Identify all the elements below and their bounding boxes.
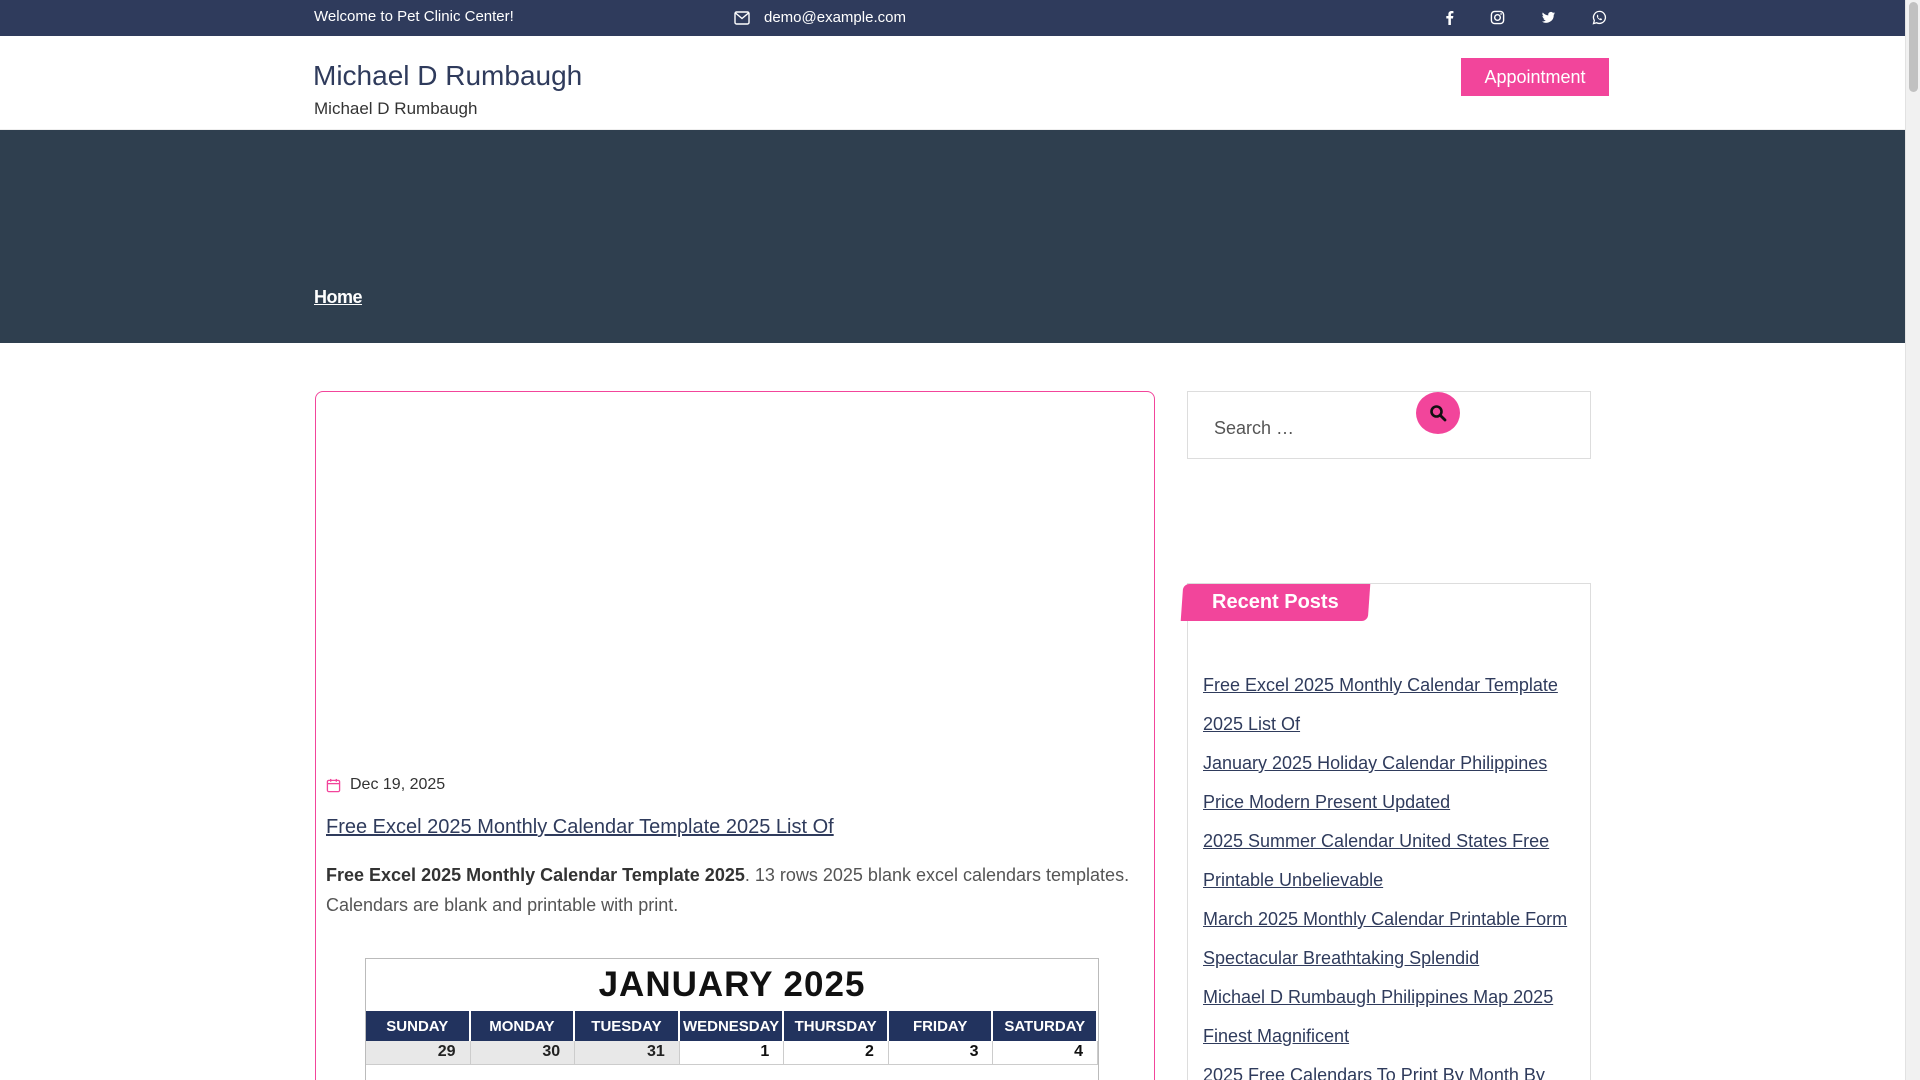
scrollbar-thumb[interactable] (1909, 2, 1918, 92)
day-header: TUESDAY (575, 1011, 680, 1041)
post-date-text: Dec 19, 2025 (350, 776, 446, 793)
post-title-link[interactable]: Free Excel 2025 Monthly Calendar Templat… (326, 816, 834, 839)
post-date: Dec 19, 2025 (326, 776, 445, 794)
day-cell: 31 (575, 1041, 680, 1065)
calendar-image-title: JANUARY 2025 (598, 965, 866, 1004)
day-header: FRIDAY (888, 1011, 994, 1041)
search-button[interactable] (1416, 392, 1460, 434)
list-item: 2025 Summer Calendar United States Free … (1203, 822, 1583, 900)
list-item: 2025 Free Calendars To Print By Month By (1203, 1056, 1583, 1080)
list-item: Free Excel 2025 Monthly Calendar Templat… (1203, 666, 1583, 744)
whatsapp-icon[interactable] (1590, 8, 1608, 26)
search-placeholder: Search … (1214, 418, 1295, 438)
site-title[interactable]: Michael D Rumbaugh (313, 60, 582, 92)
list-item: March 2025 Monthly Calendar Printable Fo… (1203, 900, 1583, 978)
excerpt-bold: Free Excel 2025 Monthly Calendar Templat… (326, 865, 745, 885)
day-cell: 29 (366, 1041, 471, 1065)
recent-post-link[interactable]: Free Excel 2025 Monthly Calendar Templat… (1203, 675, 1558, 734)
recent-posts-title: Recent Posts (1212, 591, 1339, 613)
page-banner: Home (0, 130, 1905, 343)
post-card: Dec 19, 2025 Free Excel 2025 Monthly Cal… (315, 391, 1155, 1080)
search-icon (1430, 405, 1447, 422)
twitter-icon[interactable] (1539, 8, 1557, 26)
calendar-first-week: 29 30 31 1 2 3 4 (366, 1041, 1099, 1065)
post-excerpt: Free Excel 2025 Monthly Calendar Templat… (326, 860, 1146, 920)
day-header: WEDNESDAY (679, 1011, 785, 1041)
day-header: SATURDAY (993, 1011, 1099, 1041)
page-scrollbar[interactable] (1905, 0, 1920, 1080)
facebook-icon[interactable] (1440, 8, 1458, 26)
recent-post-link[interactable]: January 2025 Holiday Calendar Philippine… (1203, 753, 1547, 812)
day-cell: 4 (993, 1041, 1099, 1065)
welcome-text: Welcome to Pet Clinic Center! (314, 8, 514, 25)
site-tagline: Michael D Rumbaugh (314, 99, 478, 118)
day-cell: 2 (784, 1041, 889, 1065)
appointment-button[interactable]: Appointment (1461, 58, 1609, 96)
calendar-image[interactable]: JANUARY 2025 SUNDAY MONDAY TUESDAY WEDNE… (365, 958, 1099, 1080)
day-cell: 1 (679, 1041, 785, 1065)
instagram-icon[interactable] (1488, 8, 1506, 26)
calendar-day-headers: SUNDAY MONDAY TUESDAY WEDNESDAY THURSDAY… (366, 1011, 1099, 1041)
list-item: January 2025 Holiday Calendar Philippine… (1203, 744, 1583, 822)
day-cell: 3 (888, 1041, 994, 1065)
list-item: Michael D Rumbaugh Philippines Map 2025 … (1203, 978, 1583, 1056)
day-header: THURSDAY (784, 1011, 889, 1041)
recent-post-link[interactable]: 2025 Free Calendars To Print By Month By (1203, 1065, 1545, 1080)
calendar-icon (326, 778, 341, 792)
day-header: SUNDAY (366, 1011, 471, 1041)
recent-posts-heading: Recent Posts (1180, 584, 1371, 621)
email-contact[interactable]: demo@example.com (734, 9, 906, 26)
recent-post-link[interactable]: 2025 Summer Calendar United States Free … (1203, 831, 1549, 890)
recent-post-link[interactable]: March 2025 Monthly Calendar Printable Fo… (1203, 909, 1567, 968)
email-text: demo@example.com (764, 9, 906, 26)
recent-post-link[interactable]: Michael D Rumbaugh Philippines Map 2025 … (1203, 987, 1553, 1046)
breadcrumb-home[interactable]: Home (314, 287, 363, 308)
recent-posts-list: Free Excel 2025 Monthly Calendar Templat… (1203, 666, 1583, 1080)
top-bar: Welcome to Pet Clinic Center! demo@examp… (0, 0, 1905, 36)
day-cell: 30 (470, 1041, 576, 1065)
site-header: Michael D Rumbaugh Michael D Rumbaugh Ap… (0, 36, 1905, 130)
day-header: MONDAY (470, 1011, 576, 1041)
envelope-icon (734, 10, 750, 25)
search-input[interactable]: Search … (1187, 391, 1591, 459)
recent-posts-widget: Free Excel 2025 Monthly Calendar Templat… (1187, 583, 1591, 1080)
